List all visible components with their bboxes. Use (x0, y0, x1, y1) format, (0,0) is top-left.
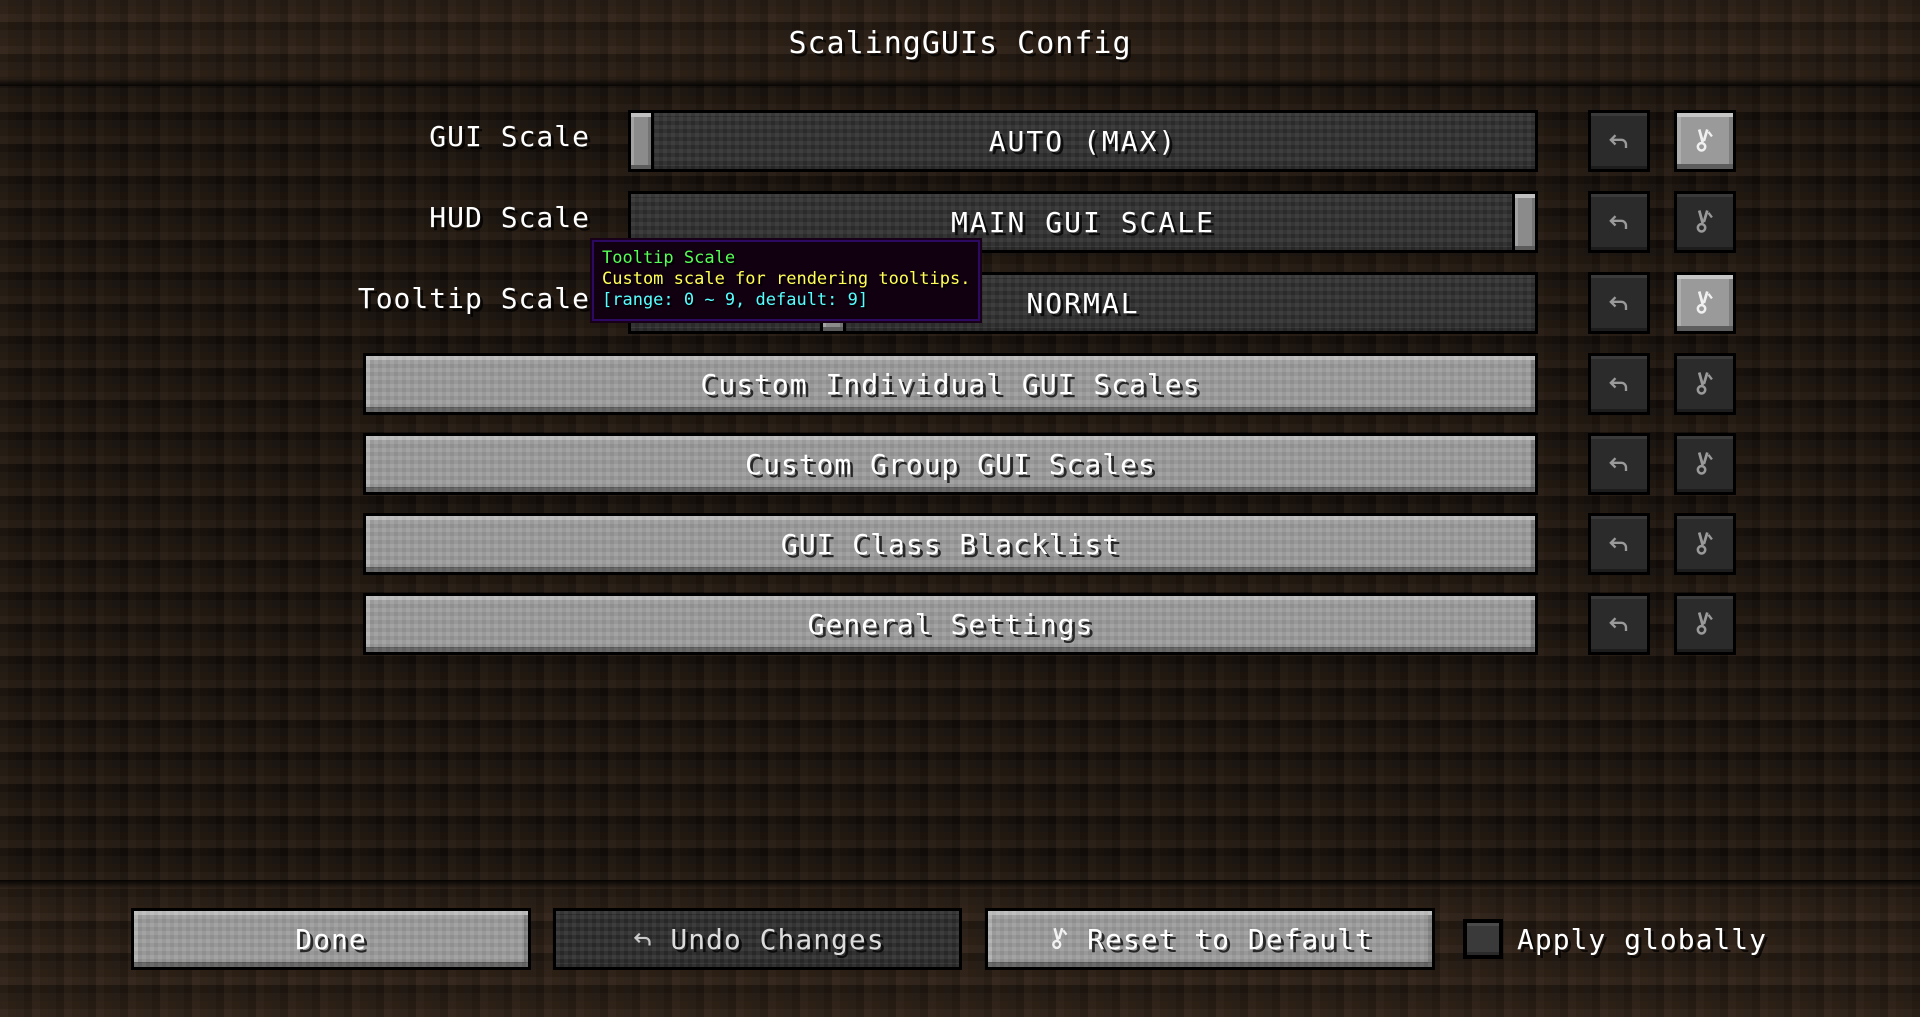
row-reset-button-gui-scale[interactable] (1674, 110, 1736, 172)
tooltip: Tooltip Scale Custom scale for rendering… (589, 238, 983, 323)
undo-arrow-icon (634, 932, 651, 946)
category-button-general-settings[interactable]: General Settings (363, 593, 1538, 655)
reset-default-icon (1696, 291, 1713, 314)
undo-arrow-icon (1609, 296, 1628, 310)
category-button-custom-individual-gui-scales[interactable]: Custom Individual GUI Scales (363, 353, 1538, 415)
reset-default-icon (1052, 927, 1068, 950)
category-button-gui-class-blacklist[interactable]: GUI Class Blacklist (363, 513, 1538, 575)
undo-arrow-icon (1609, 215, 1628, 229)
slider-handle-hud-scale[interactable] (1512, 191, 1538, 253)
reset-default-icon (1696, 532, 1713, 555)
reset-default-icon (1696, 129, 1713, 152)
category-button-label: GUI Class Blacklist (780, 527, 1121, 561)
undo-changes-button-label: Undo Changes (670, 922, 885, 956)
row-undo-button-tooltip-scale[interactable] (1588, 272, 1650, 334)
done-button[interactable]: Done (131, 908, 531, 970)
row-label-hud-scale: HUD Scale (429, 201, 590, 234)
tooltip-title: Tooltip Scale (602, 248, 736, 268)
reset-default-icon (1696, 372, 1713, 395)
undo-arrow-icon (1609, 457, 1628, 471)
checkbox-box[interactable] (1463, 919, 1503, 959)
category-button-label: Custom Group GUI Scales (745, 447, 1156, 481)
undo-arrow-icon (1609, 134, 1628, 148)
row-reset-button-tooltip-scale[interactable] (1674, 272, 1736, 334)
row-label-gui-scale: GUI Scale (429, 120, 590, 153)
reset-to-default-button-label: Reset to Default (1087, 922, 1373, 956)
slider-gui-scale[interactable]: AUTO (MAX) (628, 110, 1538, 172)
undo-changes-button[interactable]: Undo Changes (553, 908, 962, 970)
row-reset-button-gui-class-blacklist[interactable] (1674, 513, 1736, 575)
done-button-label: Done (295, 922, 367, 956)
undo-arrow-icon (1609, 537, 1628, 551)
slider-handle-gui-scale[interactable] (628, 110, 654, 172)
apply-globally-label: Apply globally (1517, 922, 1768, 956)
scalingguis-config-screen: ScalingGUIs Config GUI Scale AUTO (MAX) … (0, 0, 1920, 1017)
row-undo-button-general-settings[interactable] (1588, 593, 1650, 655)
category-button-custom-group-gui-scales[interactable]: Custom Group GUI Scales (363, 433, 1538, 495)
tooltip-range: [range: 0 ~ 9, default: 9] (602, 290, 869, 310)
row-reset-button-custom-individual[interactable] (1674, 353, 1736, 415)
page-title: ScalingGUIs Config (788, 26, 1132, 61)
reset-default-icon (1696, 452, 1713, 475)
row-reset-button-general-settings[interactable] (1674, 593, 1736, 655)
row-reset-button-hud-scale[interactable] (1674, 191, 1736, 253)
row-undo-button-custom-group[interactable] (1588, 433, 1650, 495)
row-undo-button-custom-individual[interactable] (1588, 353, 1650, 415)
reset-to-default-button[interactable]: Reset to Default (985, 908, 1435, 970)
reset-default-icon (1696, 612, 1713, 635)
reset-default-icon (1696, 210, 1713, 233)
undo-arrow-icon (1609, 617, 1628, 631)
row-label-tooltip-scale: Tooltip Scale (357, 282, 590, 315)
category-button-label: General Settings (807, 607, 1094, 641)
category-button-label: Custom Individual GUI Scales (700, 367, 1201, 401)
tooltip-description: Custom scale for rendering tooltips. (602, 269, 971, 289)
row-undo-button-gui-class-blacklist[interactable] (1588, 513, 1650, 575)
slider-value-gui-scale: AUTO (MAX) (988, 124, 1178, 158)
row-undo-button-hud-scale[interactable] (1588, 191, 1650, 253)
undo-arrow-icon (1609, 377, 1628, 391)
row-reset-button-custom-group[interactable] (1674, 433, 1736, 495)
apply-globally-checkbox[interactable]: Apply globally (1463, 919, 1767, 959)
row-undo-button-gui-scale[interactable] (1588, 110, 1650, 172)
